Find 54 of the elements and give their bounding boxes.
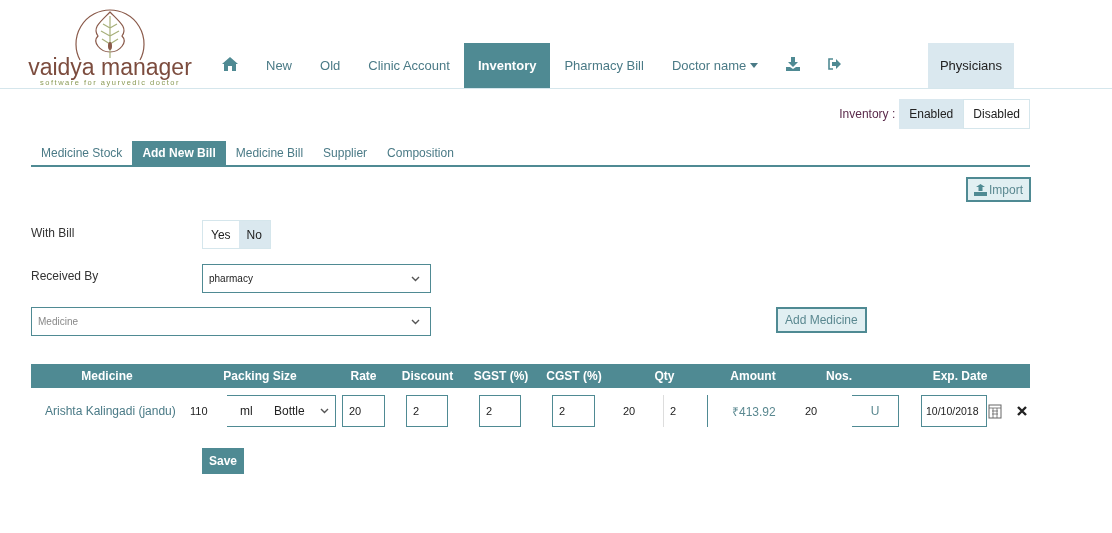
column-header: SGST (%) (472, 369, 530, 383)
add-medicine-button[interactable]: Add Medicine (776, 307, 867, 333)
nav-link[interactable]: Pharmacy Bill (550, 43, 658, 88)
nav-dropdown[interactable]: Doctor name (657, 43, 773, 88)
subtab[interactable]: Composition (377, 141, 464, 165)
rate-input[interactable]: 20 (342, 395, 385, 427)
inventory-toggle-option[interactable]: Enabled (899, 99, 964, 129)
physicians-button[interactable]: Physicians (928, 43, 1014, 88)
chevron-icon (411, 318, 420, 325)
column-header: Amount (729, 369, 777, 383)
subtab[interactable]: Medicine Stock (31, 141, 133, 165)
column-header: CGST (%) (545, 369, 603, 383)
column-header: Rate (349, 369, 378, 383)
subtab[interactable]: Add New Bill (132, 141, 226, 165)
inventory-toggle-option[interactable]: Disabled (963, 99, 1030, 129)
column-header: Discount (400, 369, 455, 383)
logo-name: vaidya manager (28, 56, 192, 78)
calendar-icon[interactable] (988, 403, 1002, 419)
table-cell-text: 20 (621, 405, 637, 417)
date-input[interactable]: 10/10/2018 (921, 395, 987, 427)
chevron-icon (411, 275, 420, 282)
nav-link[interactable]: Old (306, 43, 355, 88)
upload-icon (974, 183, 987, 196)
packing-select[interactable]: ml Bottle (227, 395, 336, 427)
caret-icon (750, 63, 759, 68)
column-header: Medicine (80, 369, 134, 383)
nav-link[interactable]: New (252, 43, 306, 88)
table-cell-text: 110 (189, 405, 209, 417)
chevron-icon (320, 408, 329, 414)
column-header: Packing Size (222, 369, 298, 383)
received-by-label: Received By (31, 269, 100, 283)
medicine-select[interactable]: Medicine (31, 307, 431, 336)
qty-input[interactable]: 2 (663, 395, 708, 427)
nos-unit-input[interactable]: U (852, 395, 899, 427)
received-by-select[interactable]: pharmacy (202, 264, 431, 293)
subtab[interactable]: Medicine Bill (225, 141, 314, 165)
amount-text: ₹413.92 (731, 403, 777, 420)
with-bill-option[interactable]: No (238, 221, 270, 248)
save-button[interactable]: Save (202, 448, 245, 474)
discount-input[interactable]: 2 (406, 395, 448, 427)
sgst-input[interactable]: 2 (479, 395, 521, 427)
inventory-label: Inventory : (839, 107, 896, 121)
with-bill-label: With Bill (31, 226, 76, 240)
cgst-input[interactable]: 2 (552, 395, 595, 427)
column-header: Exp. Date (931, 369, 989, 383)
table-cell-text: 20 (804, 405, 819, 417)
delete-icon[interactable] (1017, 406, 1027, 416)
medicine-name: Arishta Kalingadi (jandu) (44, 404, 177, 418)
column-header: Qty (653, 369, 676, 383)
subtab[interactable]: Supplier (313, 141, 378, 165)
column-header: Nos. (825, 369, 853, 383)
import-button[interactable]: Import (966, 177, 1031, 202)
nav-link[interactable]: Clinic Account (354, 43, 464, 88)
nav-link[interactable]: Inventory (463, 43, 551, 88)
